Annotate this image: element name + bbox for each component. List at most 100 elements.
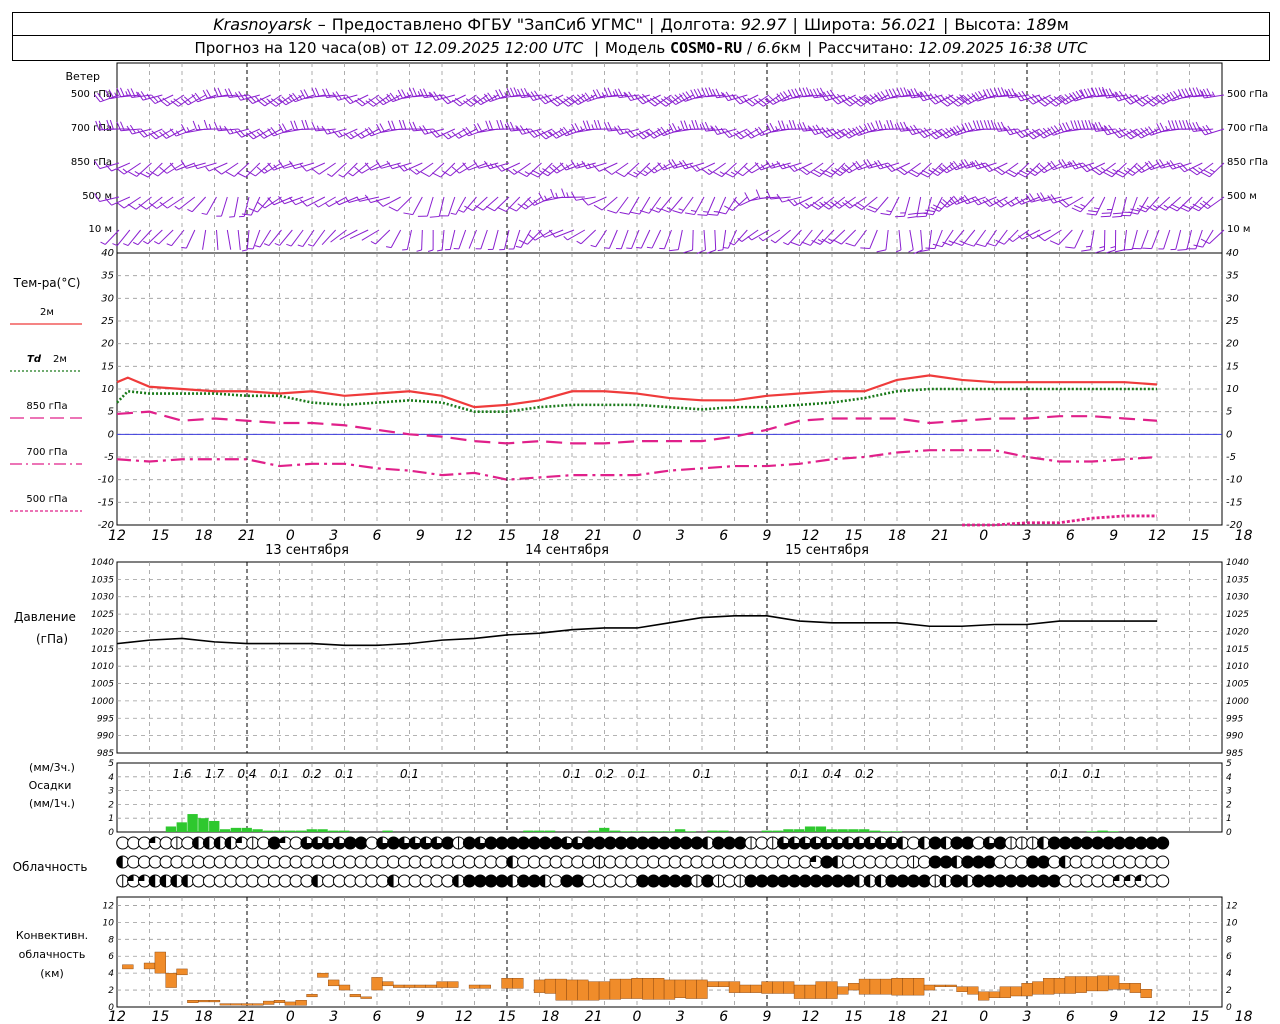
conv-bar xyxy=(230,1003,242,1006)
temp-x-tick: 9 xyxy=(416,528,425,544)
conv-bar xyxy=(783,981,795,994)
cloud-symbol xyxy=(712,855,726,869)
cloud-symbol xyxy=(1123,874,1137,888)
cloud-symbol-circle xyxy=(950,836,964,850)
cloud-symbol-circle xyxy=(452,855,466,869)
wind-barb-feather xyxy=(523,203,529,208)
cloud-symbol-circle xyxy=(657,836,671,850)
cloud-symbol xyxy=(441,855,455,869)
cloud-symbol xyxy=(452,855,466,869)
precip-bar xyxy=(599,827,610,832)
conv-bar xyxy=(880,978,892,995)
pressure-ytick-left: 1035 xyxy=(91,575,114,585)
conv-bar xyxy=(750,984,762,993)
cloud-symbol-circle xyxy=(755,855,769,869)
wind-barb-feather xyxy=(134,170,140,175)
conv-bar xyxy=(923,984,936,991)
cloud-symbol-circle xyxy=(538,836,552,850)
cloud-symbol xyxy=(787,855,801,869)
wind-barb-shaft xyxy=(885,229,889,250)
cloud-symbol xyxy=(571,874,585,888)
pressure-ytick-right: 1010 xyxy=(1226,662,1249,672)
cloud-symbol xyxy=(538,855,552,869)
cloud-symbol-circle xyxy=(462,855,476,869)
wind-barb-feather xyxy=(133,241,139,246)
cloud-symbol-circle xyxy=(842,855,856,869)
cloud-symbol xyxy=(722,836,736,850)
wind-barb-shaft xyxy=(206,196,217,215)
cloud-symbol-circle xyxy=(484,836,498,850)
cloud-symbol xyxy=(495,836,509,850)
cloud-symbol-circle xyxy=(896,855,910,869)
cloud-symbol xyxy=(517,836,531,850)
cloud-symbol-circle xyxy=(376,855,390,869)
conv-bar xyxy=(447,981,459,988)
wind-barb-feather xyxy=(607,87,613,97)
wind-barb-feather xyxy=(688,124,692,130)
cloud-symbol-circle xyxy=(777,855,791,869)
wind-barb-feather xyxy=(496,119,501,130)
cloud-symbol-circle xyxy=(1123,836,1137,850)
wind-barb-shaft xyxy=(440,162,456,178)
cloud-symbol xyxy=(116,855,130,869)
wind-barb-feather xyxy=(197,124,201,130)
cloud-symbol xyxy=(278,836,292,850)
cloud-symbol-circle xyxy=(1102,836,1116,850)
wind-barb-feather xyxy=(324,202,330,207)
cloud-symbol xyxy=(484,874,498,888)
wind-barb-feather xyxy=(202,89,209,99)
cloud-symbol xyxy=(1058,855,1072,869)
cloud-symbol-circle xyxy=(278,874,292,888)
cloud-symbol xyxy=(289,874,303,888)
wind-barb-feather xyxy=(953,241,963,246)
cloud-symbol xyxy=(419,874,433,888)
precip-bar xyxy=(761,830,772,832)
cloud-symbol xyxy=(831,874,845,888)
wind-barb-shaft xyxy=(973,229,987,247)
cloud-symbol xyxy=(1080,855,1094,869)
wind-barb-feather xyxy=(370,240,376,245)
conv-x-tick: 12 xyxy=(801,1009,819,1024)
cloud-symbol xyxy=(452,874,466,888)
conv-panel-title-1: Конвективн. xyxy=(16,929,88,942)
wind-barb-feather xyxy=(910,169,920,175)
conv-panel-title-2: облачность xyxy=(19,948,86,961)
precip-ytick-right: 1 xyxy=(1226,814,1232,824)
cloud-symbol-circle xyxy=(376,874,390,888)
wind-barb-feather xyxy=(436,249,443,252)
precip-3h-label: 0.1 xyxy=(790,767,809,781)
cloud-symbol-mark xyxy=(1037,837,1044,849)
wind-barb-feather xyxy=(1112,168,1118,173)
cloud-symbol-circle xyxy=(1156,874,1170,888)
cloud-symbol xyxy=(592,836,606,850)
temp-ytick-right: -5 xyxy=(1226,452,1236,463)
conv-x-tick: 21 xyxy=(238,1009,256,1024)
cloud-symbol-circle xyxy=(668,855,682,869)
wind-barb-feather xyxy=(1098,87,1104,97)
cloud-symbol xyxy=(192,836,206,850)
wind-barb-feather xyxy=(1177,89,1183,99)
wind-barb-feather xyxy=(886,210,892,213)
conv-bar xyxy=(848,983,860,991)
pressure-ytick-left: 1040 xyxy=(91,558,114,568)
cloud-symbol xyxy=(1156,874,1170,888)
wind-barb-feather xyxy=(581,197,589,206)
cloud-symbol-circle xyxy=(1058,836,1072,850)
cloud-symbol-circle xyxy=(592,836,606,850)
cloud-symbol-circle xyxy=(1134,836,1148,850)
wind-barb-feather xyxy=(1192,122,1198,132)
wind-barb-shaft xyxy=(640,229,651,249)
cloud-symbol xyxy=(246,874,260,888)
wind-barb-shaft xyxy=(375,229,391,245)
wind-barb-shaft xyxy=(854,229,867,247)
precip-bar xyxy=(804,826,816,832)
cloud-symbol-circle xyxy=(928,836,942,850)
temp-x-tick: 21 xyxy=(238,528,256,544)
wind-barb-feather xyxy=(576,240,582,245)
cloud-symbol xyxy=(441,874,455,888)
cloud-symbol xyxy=(1037,836,1051,850)
wind-barb-feather xyxy=(387,120,392,130)
wind-barb-feather xyxy=(348,172,354,177)
wind-barb-feather xyxy=(783,242,789,246)
legend-label: 850 гПа xyxy=(26,401,67,412)
